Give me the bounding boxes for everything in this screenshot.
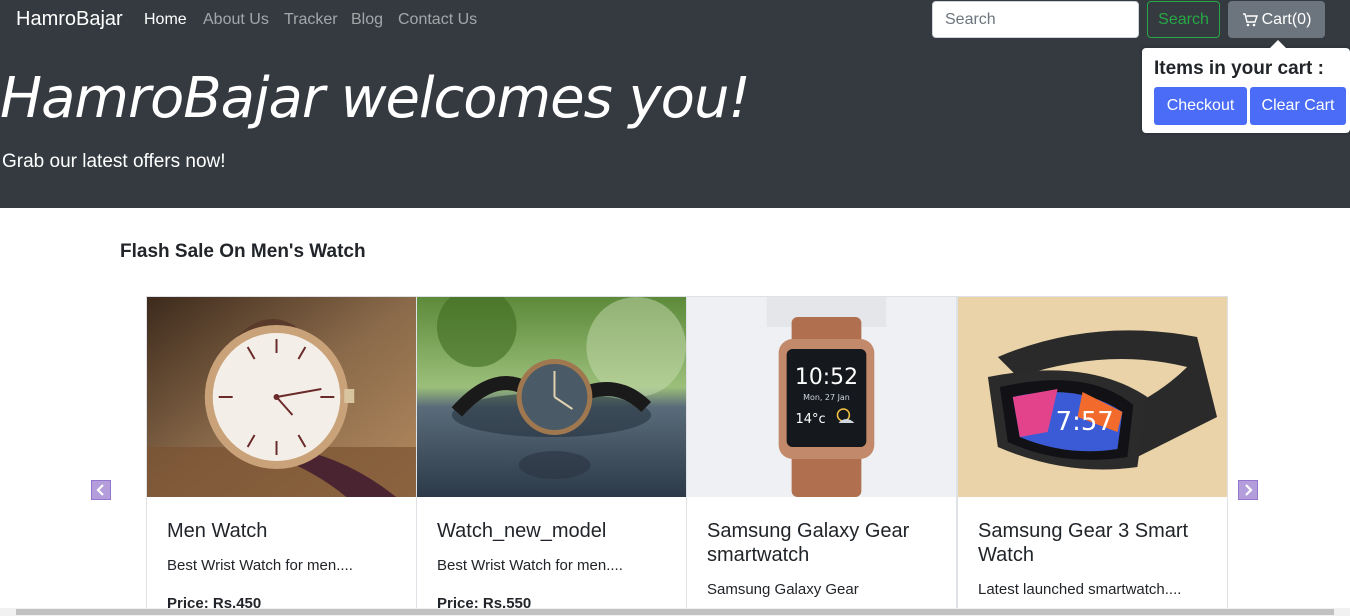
checkout-button[interactable]: Checkout [1154, 87, 1247, 125]
nav-home[interactable]: Home [144, 11, 187, 29]
search-button[interactable]: Search [1147, 1, 1220, 38]
cart-icon [1242, 12, 1258, 26]
product-name: Samsung Gear 3 Smart Watch [978, 520, 1189, 566]
product-card[interactable]: 10:52 Mon, 27 Jan 14°c Samsung Galaxy Ge… [686, 296, 957, 616]
scrollbar-thumb[interactable] [16, 609, 1334, 615]
nav-blog[interactable]: Blog [351, 11, 383, 29]
gear-date: Mon, 27 Jan [803, 393, 850, 402]
navbar: HamroBajar Home About Us Tracker Blog Co… [0, 0, 1350, 40]
cart-label: Cart(0) [1261, 10, 1312, 28]
product-name: Men Watch [167, 520, 268, 542]
nav-about[interactable]: About Us [203, 11, 269, 29]
gear-time: 10:52 [795, 365, 858, 390]
product-description: Latest launched smartwatch.... [978, 581, 1182, 598]
product-card[interactable]: Men Watch Best Wrist Watch for men.... P… [146, 296, 417, 616]
product-image: 7:57 [958, 297, 1227, 497]
chevron-right-icon [1245, 484, 1253, 496]
product-description: Best Wrist Watch for men.... [167, 557, 353, 574]
product-description: Best Wrist Watch for men.... [437, 557, 623, 574]
product-description: Samsung Galaxy Gear [707, 581, 859, 598]
carousel-next-button[interactable] [1238, 480, 1258, 500]
section-title: Flash Sale On Men's Watch [120, 241, 366, 262]
fit-time: 7:57 [1056, 407, 1114, 437]
product-card[interactable]: Watch_new_model Best Wrist Watch for men… [416, 296, 687, 616]
product-image: 10:52 Mon, 27 Jan 14°c [687, 297, 956, 497]
nav-contact[interactable]: Contact Us [398, 11, 477, 29]
product-image [147, 297, 416, 497]
clear-cart-button[interactable]: Clear Cart [1250, 87, 1346, 125]
cart-button[interactable]: Cart(0) [1228, 1, 1325, 38]
nav-tracker[interactable]: Tracker [284, 11, 338, 29]
brand-logo[interactable]: HamroBajar [16, 8, 123, 31]
hero-subtitle: Grab our latest offers now! [2, 151, 226, 172]
horizontal-scrollbar[interactable] [0, 608, 1350, 616]
hero-title: HamroBajar welcomes you! [0, 66, 751, 131]
product-carousel: Men Watch Best Wrist Watch for men.... P… [146, 296, 1230, 616]
cart-popover-title: Items in your cart : [1154, 58, 1324, 79]
product-image [417, 297, 686, 497]
product-card[interactable]: 7:57 Samsung Gear 3 Smart Watch Latest l… [957, 296, 1228, 616]
cart-popover: Items in your cart : Checkout Clear Cart [1142, 40, 1350, 133]
gear-temp: 14°c [796, 412, 826, 427]
product-name: Watch_new_model [437, 520, 607, 542]
search-input[interactable] [932, 1, 1139, 38]
product-name: Samsung Galaxy Gear smartwatch [707, 520, 910, 566]
carousel-prev-button[interactable] [91, 480, 111, 500]
chevron-left-icon [96, 484, 104, 496]
